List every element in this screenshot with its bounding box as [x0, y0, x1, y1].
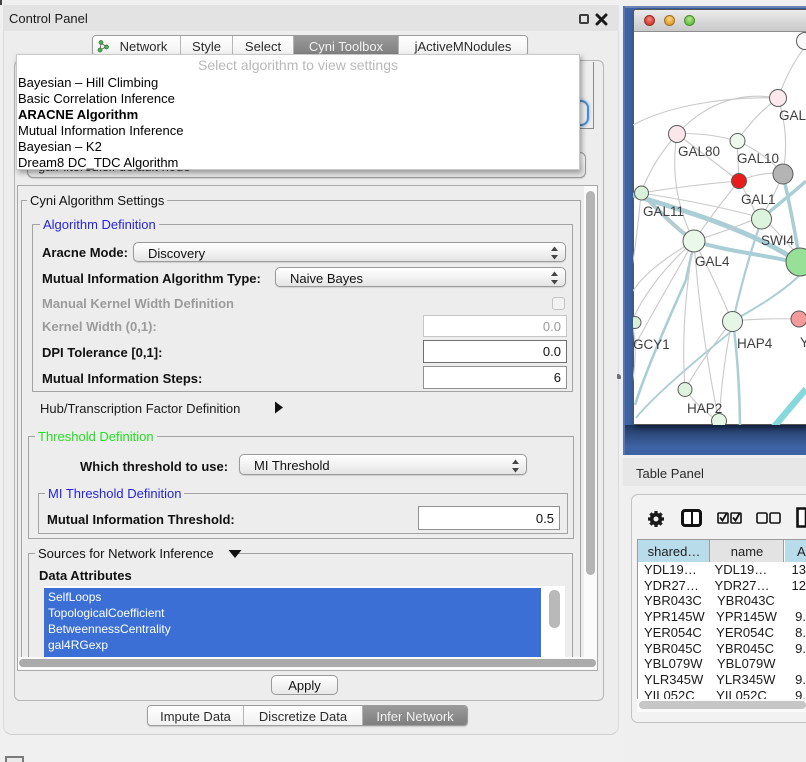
svg-text:GAL80: GAL80	[678, 144, 720, 159]
svg-text:HAP2: HAP2	[687, 401, 722, 416]
svg-text:HAP4: HAP4	[737, 336, 773, 351]
svg-text:GAL8: GAL8	[779, 108, 806, 123]
svg-text:Y: Y	[800, 335, 806, 350]
svg-text:GAL4: GAL4	[695, 254, 730, 269]
svg-text:GAL1: GAL1	[741, 192, 776, 207]
svg-text:GCY1: GCY1	[633, 337, 670, 352]
svg-text:GAL10: GAL10	[737, 151, 779, 166]
svg-text:GAL11: GAL11	[643, 204, 684, 219]
svg-text:SWI4: SWI4	[761, 233, 794, 248]
